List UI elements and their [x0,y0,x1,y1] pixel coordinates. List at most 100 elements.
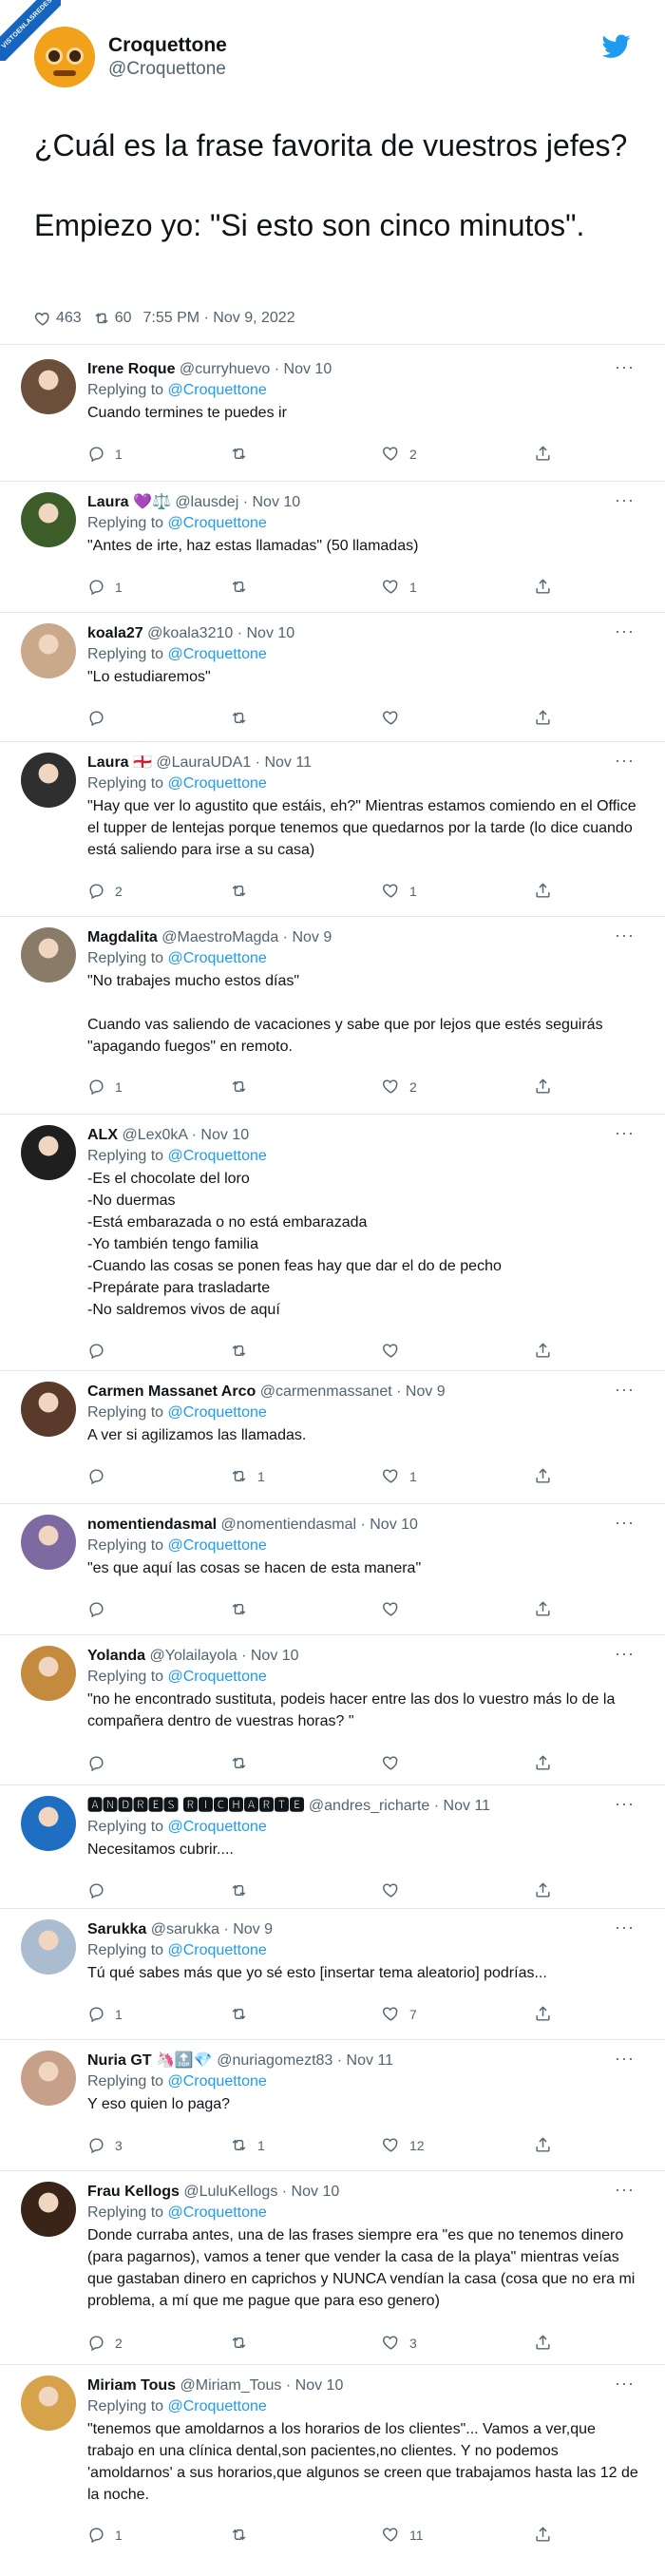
like-button[interactable]: 3 [382,2334,417,2352]
reply-author-name[interactable]: Frau Kellogs [87,2184,180,2200]
retweet-button[interactable] [230,1600,257,1618]
reply-date[interactable]: Nov 10 [246,625,294,641]
mention-link[interactable]: @Croquettone [168,515,267,531]
reply-author-handle[interactable]: @lausdej [175,494,238,510]
reply-tweet[interactable]: Nuria GT 🦄🔝💎 @nuriagomezt83 · Nov 11 ··· R… [0,2050,665,2182]
share-button[interactable] [534,2526,552,2544]
more-icon[interactable]: ··· [615,2050,635,2067]
reply-author-name[interactable]: Sarukka [87,1921,146,1937]
retweet-button[interactable] [230,2005,257,2023]
share-button[interactable] [534,882,552,900]
reply-author-name[interactable]: Nuria GT 🦄🔝💎 [87,2052,213,2069]
mention-link[interactable]: @Croquettone [168,646,267,662]
mention-link[interactable]: @Croquettone [168,950,267,966]
more-icon[interactable]: ··· [615,491,635,508]
reply-tweet[interactable]: ALX @Lex0kA · Nov 10 ··· Replying to @Croq… [0,1124,665,1382]
mention-link[interactable]: @Croquettone [168,1942,267,1958]
reply-tweet[interactable]: Laura 💜⚖️ @lausdej · Nov 10 ··· Replying t… [0,491,665,623]
reply-author-handle[interactable]: @sarukka [151,1921,219,1937]
reply-tweet[interactable]: 🅰🅽🅳🆁🅴🆂 🆁🅸🅲🅷🅰🆁🆃🅴 @andres_richarte · Nov 1… [0,1795,665,1919]
reply-button[interactable]: 2 [87,2334,123,2352]
reply-date[interactable]: Nov 10 [251,1648,299,1664]
reply-date[interactable]: Nov 11 [347,2052,394,2069]
reply-tweet[interactable]: Frau Kellogs @LuluKellogs · Nov 10 ··· Rep… [0,2181,665,2376]
reply-author-handle[interactable]: @Lex0kA [122,1127,187,1143]
share-button[interactable] [534,2005,552,2023]
share-button[interactable] [534,2136,552,2154]
mention-link[interactable]: @Croquettone [168,1148,267,1164]
retweet-button[interactable] [230,882,257,900]
avatar[interactable] [21,1515,76,1570]
reply-author-handle[interactable]: @nuriagomezt83 [217,2052,332,2069]
author-name[interactable]: Croquettone [108,33,227,58]
reply-tweet[interactable]: nomentiendasmal @nomentiendasmal · Nov 1… [0,1514,665,1646]
avatar[interactable] [21,1796,76,1851]
more-icon[interactable]: ··· [615,2375,635,2392]
retweet-button[interactable] [230,1342,257,1360]
more-icon[interactable]: ··· [615,1918,635,1936]
reply-button[interactable] [87,1754,115,1772]
reply-tweet[interactable]: Magdalita @MaestroMagda · Nov 9 ··· Replyi… [0,926,665,1125]
retweet-button[interactable]: 1 [230,1467,265,1485]
more-icon[interactable]: ··· [615,1124,635,1141]
reply-date[interactable]: Nov 11 [264,754,312,771]
mention-link[interactable]: @Croquettone [168,1404,267,1421]
reply-author-name[interactable]: Magdalita [87,929,158,945]
retweet-button[interactable]: 1 [230,2136,265,2154]
like-button[interactable] [382,1754,409,1772]
avatar[interactable] [21,492,76,547]
share-button[interactable] [534,2334,552,2352]
mention-link[interactable]: @Croquettone [168,2398,267,2414]
reply-button[interactable] [87,1600,115,1618]
reply-date[interactable]: Nov 10 [370,1517,418,1533]
like-button[interactable]: 11 [382,2526,424,2544]
like-button[interactable]: 2 [382,445,417,463]
retweet-button[interactable] [230,2334,257,2352]
more-icon[interactable]: ··· [615,1645,635,1662]
timestamp[interactable]: 7:55 PM · Nov 9, 2022 [143,310,295,327]
reply-author-name[interactable]: Miriam Tous [87,2377,176,2394]
retweet-button[interactable] [230,1754,257,1772]
like-group[interactable]: 463 [34,310,82,327]
reply-author-name[interactable]: 🅰🅽🅳🆁🅴🆂 🆁🅸🅲🅷🅰🆁🆃🅴 [87,1798,304,1814]
like-button[interactable]: 1 [382,882,417,900]
share-button[interactable] [534,445,552,463]
reply-date[interactable]: Nov 10 [295,2377,344,2394]
reply-button[interactable]: 1 [87,2005,123,2023]
retweet-button[interactable] [230,709,257,727]
reply-author-handle[interactable]: @andres_richarte [309,1798,429,1814]
reply-button[interactable] [87,1342,115,1360]
retweet-button[interactable] [230,1881,257,1899]
more-icon[interactable]: ··· [615,752,635,769]
reply-author-name[interactable]: Irene Roque [87,361,175,377]
mention-link[interactable]: @Croquettone [168,775,267,792]
like-button[interactable] [382,1881,409,1899]
mention-link[interactable]: @Croquettone [168,2073,267,2089]
reply-button[interactable]: 1 [87,578,123,596]
share-button[interactable] [534,1467,552,1485]
reply-tweet[interactable]: Laura 🏴󠁧󠁢󠁥󠁮󠁧󠁿 @LauraUDA1 · Nov 11 ··· Repl… [0,752,665,927]
reply-author-name[interactable]: Laura 🏴󠁧󠁢󠁥󠁮󠁧󠁿 [87,754,152,771]
reply-author-name[interactable]: Yolanda [87,1648,145,1664]
reply-author-handle[interactable]: @koala3210 [147,625,233,641]
mention-link[interactable]: @Croquettone [168,1669,267,1685]
reply-button[interactable] [87,1467,115,1485]
like-button[interactable]: 2 [382,1078,417,1096]
more-icon[interactable]: ··· [615,1795,635,1812]
reply-button[interactable]: 3 [87,2136,123,2154]
avatar[interactable] [21,1125,76,1180]
like-button[interactable] [382,1342,409,1360]
reply-author-handle[interactable]: @LauraUDA1 [156,754,251,771]
reply-tweet[interactable]: Miriam Tous @Miriam_Tous · Nov 10 ··· Repl… [0,2375,665,2576]
reply-date[interactable]: Nov 9 [233,1921,273,1937]
share-button[interactable] [534,578,552,596]
author-handle[interactable]: @Croquettone [108,58,227,81]
avatar[interactable] [21,927,76,983]
reply-author-name[interactable]: Carmen Massanet Arco [87,1383,256,1400]
retweet-button[interactable] [230,578,257,596]
reply-author-handle[interactable]: @curryhuevo [180,361,270,377]
avatar[interactable] [21,2376,76,2431]
reply-tweet[interactable]: Irene Roque @curryhuevo · Nov 10 ··· Reply… [0,358,665,492]
reply-author-handle[interactable]: @Miriam_Tous [180,2377,282,2394]
share-button[interactable] [534,1881,552,1899]
